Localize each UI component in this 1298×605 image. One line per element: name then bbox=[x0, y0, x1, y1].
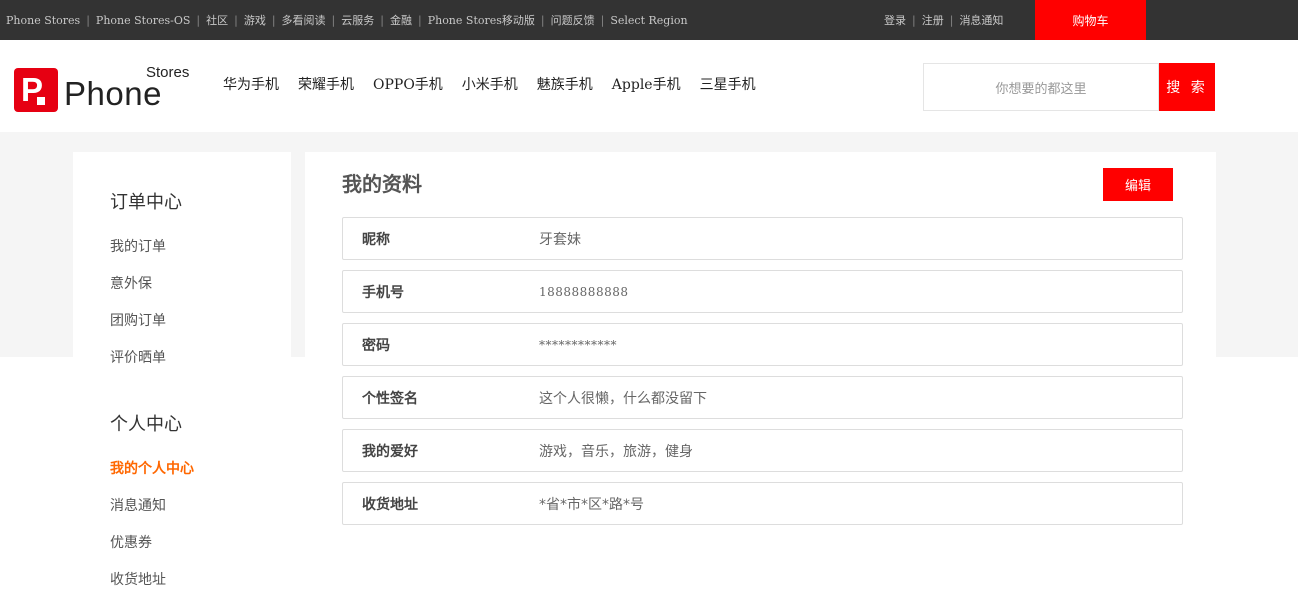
separator: | bbox=[86, 13, 90, 27]
profile-row-hobbies: 我的爱好 游戏，音乐，旅游，健身 bbox=[342, 429, 1183, 472]
top-link-mobile[interactable]: Phone Stores移动版 bbox=[428, 12, 535, 28]
sidebar-group-title: 订单中心 bbox=[110, 192, 182, 213]
top-link-reading[interactable]: 多看阅读 bbox=[282, 12, 326, 28]
sidebar-item-addresses[interactable]: 收货地址 bbox=[110, 569, 166, 589]
field-label: 手机号 bbox=[362, 284, 404, 301]
field-label: 我的爱好 bbox=[362, 443, 418, 460]
top-link-select-region[interactable]: Select Region bbox=[610, 14, 687, 27]
field-value: ************ bbox=[539, 337, 617, 352]
top-links: Phone Stores | Phone Stores-OS | 社区 | 游戏… bbox=[6, 0, 688, 40]
cart-button[interactable]: 购物车 bbox=[1035, 0, 1146, 40]
sidebar-item-coupons[interactable]: 优惠券 bbox=[110, 532, 152, 552]
separator: | bbox=[417, 13, 422, 27]
separator: | bbox=[331, 13, 336, 27]
separator: | bbox=[912, 13, 916, 27]
field-value: 牙套妹 bbox=[539, 231, 581, 248]
nav-item-meizu[interactable]: 魅族手机 bbox=[537, 74, 593, 94]
site-logo[interactable]: P Phone Stores bbox=[14, 64, 200, 112]
field-value: 游戏，音乐，旅游，健身 bbox=[539, 443, 693, 460]
nav-item-samsung[interactable]: 三星手机 bbox=[700, 74, 756, 94]
sidebar-item-group-orders[interactable]: 团购订单 bbox=[110, 310, 166, 330]
field-value: *省*市*区*路*号 bbox=[539, 496, 644, 513]
separator: | bbox=[380, 13, 384, 27]
logo-sub: Stores bbox=[146, 64, 190, 81]
sidebar: 订单中心 我的订单 意外保 团购订单 评价晒单 个人中心 我的个人中心 消息通知… bbox=[73, 152, 291, 605]
sidebar-group-title: 个人中心 bbox=[110, 414, 182, 435]
profile-row-phone: 手机号 18888888888 bbox=[342, 270, 1183, 313]
search-input[interactable]: 你想要的都这里 bbox=[923, 63, 1159, 111]
sidebar-item-personal-center[interactable]: 我的个人中心 bbox=[110, 458, 194, 478]
sidebar-group-orders: 订单中心 我的订单 意外保 团购订单 评价晒单 bbox=[110, 188, 182, 366]
nav-item-oppo[interactable]: OPPO手机 bbox=[373, 74, 443, 94]
field-value: 18888888888 bbox=[539, 284, 629, 299]
page-title: 我的资料 bbox=[342, 172, 422, 196]
top-link-community[interactable]: 社区 bbox=[206, 12, 228, 28]
profile-row-signature: 个性签名 这个人很懒，什么都没留下 bbox=[342, 376, 1183, 419]
top-link-phone-stores[interactable]: Phone Stores bbox=[6, 14, 80, 27]
nav-item-huawei[interactable]: 华为手机 bbox=[223, 74, 279, 94]
field-label: 昵称 bbox=[362, 231, 390, 248]
separator: | bbox=[600, 13, 605, 27]
top-link-feedback[interactable]: 问题反馈 bbox=[551, 12, 595, 28]
nav-item-apple[interactable]: Apple手机 bbox=[612, 74, 681, 94]
main-nav: 华为手机 荣耀手机 OPPO手机 小米手机 魅族手机 Apple手机 三星手机 bbox=[223, 74, 775, 94]
top-link-os[interactable]: Phone Stores-OS bbox=[96, 14, 190, 27]
edit-button[interactable]: 编辑 bbox=[1103, 168, 1173, 201]
logo-mark: P bbox=[14, 68, 58, 112]
sidebar-item-messages[interactable]: 消息通知 bbox=[110, 495, 166, 515]
field-label: 密码 bbox=[362, 337, 390, 354]
profile-row-address: 收货地址 *省*市*区*路*号 bbox=[342, 482, 1183, 525]
user-links: 登录 | 注册 | 消息通知 bbox=[884, 0, 1003, 40]
nav-item-xiaomi[interactable]: 小米手机 bbox=[462, 74, 518, 94]
search-button[interactable]: 搜 索 bbox=[1159, 63, 1215, 111]
field-label: 个性签名 bbox=[362, 390, 418, 407]
sidebar-group-personal: 个人中心 我的个人中心 消息通知 优惠券 收货地址 bbox=[110, 410, 194, 588]
login-link[interactable]: 登录 bbox=[884, 12, 906, 28]
top-link-games[interactable]: 游戏 bbox=[244, 12, 266, 28]
nav-item-honor[interactable]: 荣耀手机 bbox=[298, 74, 354, 94]
top-bar: Phone Stores | Phone Stores-OS | 社区 | 游戏… bbox=[0, 0, 1298, 40]
separator: | bbox=[234, 13, 238, 27]
separator: | bbox=[196, 13, 201, 27]
profile-row-nickname: 昵称 牙套妹 bbox=[342, 217, 1183, 260]
separator: | bbox=[271, 13, 276, 27]
sidebar-item-insurance[interactable]: 意外保 bbox=[110, 273, 152, 293]
register-link[interactable]: 注册 bbox=[922, 12, 944, 28]
top-link-cloud[interactable]: 云服务 bbox=[341, 12, 374, 28]
separator: | bbox=[540, 13, 545, 27]
sidebar-item-reviews[interactable]: 评价晒单 bbox=[110, 347, 166, 367]
separator: | bbox=[949, 13, 954, 27]
sidebar-item-my-orders[interactable]: 我的订单 bbox=[110, 236, 166, 256]
notifications-link[interactable]: 消息通知 bbox=[959, 12, 1003, 28]
logo-word: Phone bbox=[64, 75, 162, 112]
profile-row-password: 密码 ************ bbox=[342, 323, 1183, 366]
field-value: 这个人很懒，什么都没留下 bbox=[539, 390, 707, 407]
top-link-finance[interactable]: 金融 bbox=[390, 12, 412, 28]
profile-panel: 我的资料 编辑 昵称 牙套妹 手机号 18888888888 密码 ******… bbox=[305, 152, 1216, 562]
field-label: 收货地址 bbox=[362, 496, 418, 513]
